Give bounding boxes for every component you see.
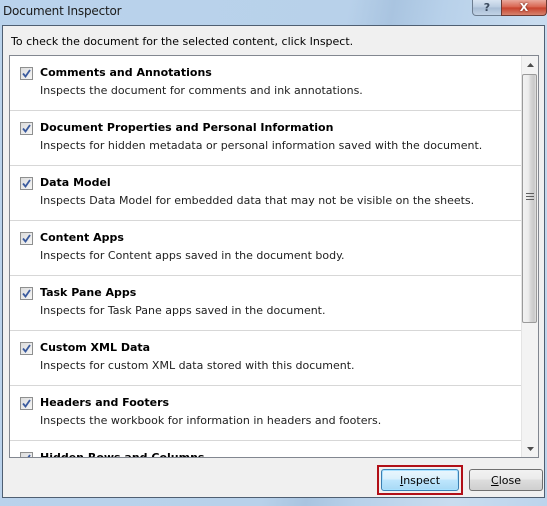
inspection-item: Custom XML Data Inspects for custom XML d… xyxy=(10,331,522,386)
item-name: Custom XML Data xyxy=(40,341,151,354)
item-name: Headers and Footers xyxy=(40,396,170,409)
scroll-down-button[interactable] xyxy=(522,440,538,457)
help-button[interactable]: ? xyxy=(472,0,502,16)
instruction-text: To check the document for the selected c… xyxy=(11,35,354,48)
arrow-down-icon xyxy=(526,446,534,451)
item-description: Inspects for custom XML data stored with… xyxy=(40,359,355,372)
item-name: Data Model xyxy=(40,176,111,189)
dialog-body: To check the document for the selected c… xyxy=(2,25,545,498)
item-description: Inspects the workbook for information in… xyxy=(40,414,382,427)
close-button[interactable]: Close xyxy=(469,469,543,491)
scroll-up-button[interactable] xyxy=(522,56,538,73)
document-inspector-window: Document Inspector ? X To check the docu… xyxy=(0,0,547,506)
item-checkbox[interactable] xyxy=(20,232,33,245)
item-checkbox[interactable] xyxy=(20,287,33,300)
item-checkbox[interactable] xyxy=(20,177,33,190)
inspection-items: Comments and Annotations Inspects the doc… xyxy=(10,56,522,458)
checkmark-icon xyxy=(22,179,31,188)
item-name: Document Properties and Personal Informa… xyxy=(40,121,334,134)
inspect-mnemonic: Inspect xyxy=(399,473,441,487)
inspection-item: Comments and Annotations Inspects the doc… xyxy=(10,56,522,111)
vertical-scrollbar[interactable] xyxy=(521,56,538,457)
item-checkbox[interactable] xyxy=(20,452,33,457)
checkmark-icon xyxy=(27,454,31,457)
inspection-item: Task Pane Apps Inspects for Task Pane app… xyxy=(10,276,522,331)
item-name: Comments and Annotations xyxy=(40,66,212,79)
checkmark-icon xyxy=(22,69,31,78)
item-description: Inspects Data Model for embedded data th… xyxy=(40,194,475,207)
checkmark-icon xyxy=(22,399,31,408)
window-close-button[interactable]: X xyxy=(501,0,547,16)
inspection-item: Data Model Inspects Data Model for embedd… xyxy=(10,166,522,221)
window-title: Document Inspector xyxy=(3,4,122,18)
item-checkbox[interactable] xyxy=(20,122,33,135)
inspection-item: Content Apps Inspects for Content apps sa… xyxy=(10,221,522,276)
grip-icon xyxy=(526,193,534,202)
arrow-up-icon xyxy=(526,62,534,67)
checkmark-icon xyxy=(22,124,31,133)
item-description: Inspects for hidden metadata or personal… xyxy=(40,139,483,152)
item-description: Inspects for Task Pane apps saved in the… xyxy=(40,304,326,317)
window-bottom-frame xyxy=(0,498,547,506)
close-icon: X xyxy=(519,1,529,14)
inspection-item: Headers and Footers Inspects the workbook… xyxy=(10,386,522,441)
item-checkbox[interactable] xyxy=(20,397,33,410)
item-name: Content Apps xyxy=(40,231,124,244)
item-description: Inspects for Content apps saved in the d… xyxy=(40,249,345,262)
item-name: Task Pane Apps xyxy=(40,286,137,299)
checkmark-icon xyxy=(22,289,31,298)
item-checkbox[interactable] xyxy=(20,342,33,355)
item-name: Hidden Rows and Columns xyxy=(40,451,205,458)
inspection-item: Hidden Rows and Columns xyxy=(10,441,522,458)
checkmark-icon xyxy=(22,234,31,243)
item-description: Inspects the document for comments and i… xyxy=(40,84,363,97)
title-bar[interactable]: Document Inspector ? X xyxy=(0,0,547,25)
scrollbar-thumb[interactable] xyxy=(522,74,537,323)
inspection-item: Document Properties and Personal Informa… xyxy=(10,111,522,166)
inspection-list: Comments and Annotations Inspects the doc… xyxy=(9,55,539,458)
close-mnemonic: Close xyxy=(491,473,521,487)
inspect-button[interactable]: Inspect xyxy=(381,469,459,491)
help-icon: ? xyxy=(483,1,491,14)
checkmark-icon xyxy=(22,344,31,353)
item-checkbox[interactable] xyxy=(20,67,33,80)
